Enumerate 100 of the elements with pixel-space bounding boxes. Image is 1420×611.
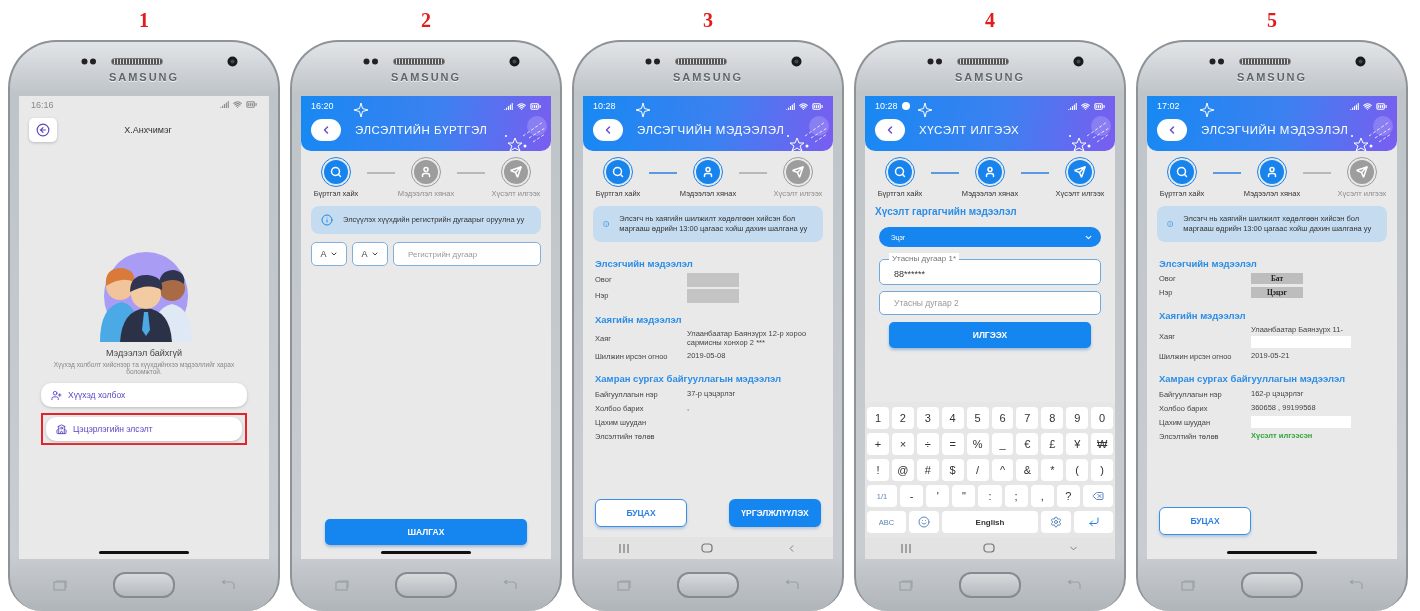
status-time: 16:20 bbox=[311, 101, 334, 111]
keyboard-key[interactable]: / bbox=[966, 459, 989, 481]
back-button[interactable]: БУЦАХ bbox=[595, 499, 687, 527]
keyboard-key[interactable]: ; bbox=[1004, 485, 1028, 507]
menu-button[interactable]: Хүүхэд холбох bbox=[41, 383, 247, 407]
sparkle-icon bbox=[353, 102, 371, 120]
keyboard-key[interactable]: $ bbox=[941, 459, 964, 481]
keyboard-key[interactable]: ¥ bbox=[1066, 433, 1089, 455]
home-button[interactable] bbox=[395, 572, 457, 598]
keyboard-key[interactable]: 4 bbox=[941, 407, 964, 429]
keyboard-key[interactable] bbox=[909, 511, 939, 533]
keyboard-key[interactable]: 2 bbox=[891, 407, 914, 429]
keyboard-key[interactable]: @ bbox=[891, 459, 914, 481]
keyboard-key[interactable]: 6 bbox=[991, 407, 1014, 429]
back-arrow-icon[interactable] bbox=[785, 579, 799, 591]
home-button[interactable] bbox=[113, 572, 175, 598]
keyboard-key[interactable]: 3 bbox=[916, 407, 939, 429]
keyboard-key[interactable]: 1 bbox=[867, 407, 889, 429]
keyboard-key[interactable]: ) bbox=[1091, 459, 1114, 481]
phone-field[interactable]: Утасны дугаар 2 bbox=[879, 291, 1101, 315]
keyboard-key[interactable]: € bbox=[1016, 433, 1039, 455]
back-button[interactable] bbox=[311, 119, 341, 141]
register-input[interactable]: Регистрийн дугаар bbox=[393, 242, 541, 266]
back-button[interactable] bbox=[875, 119, 905, 141]
keyboard-key[interactable]: ? bbox=[1056, 485, 1080, 507]
keyboard-key[interactable]: ! bbox=[867, 459, 889, 481]
home-button[interactable] bbox=[1241, 572, 1303, 598]
back-arrow-icon[interactable] bbox=[503, 579, 517, 591]
signal-icon bbox=[504, 101, 513, 111]
keyboard-key[interactable] bbox=[1082, 485, 1113, 507]
check-button[interactable]: ШАЛГАХ bbox=[325, 519, 527, 545]
keyboard-key[interactable]: , bbox=[1030, 485, 1054, 507]
backspace-icon bbox=[1091, 490, 1104, 502]
home-icon[interactable] bbox=[701, 543, 714, 553]
speaker-grille bbox=[956, 57, 1009, 65]
stars-drawing bbox=[503, 116, 547, 154]
keyboard-key[interactable]: _ bbox=[991, 433, 1014, 455]
brand-logo: SAMSUNG bbox=[1236, 70, 1308, 83]
keyboard-key[interactable]: 5 bbox=[966, 407, 989, 429]
recent-apps-icon[interactable] bbox=[619, 543, 630, 553]
recent-apps-icon[interactable] bbox=[899, 579, 913, 591]
status-time: 17:02 bbox=[1157, 101, 1180, 111]
keyboard-key[interactable]: × bbox=[891, 433, 914, 455]
keyboard-key[interactable]: 7 bbox=[1016, 407, 1039, 429]
empty-title: Мэдээлэл байхгүй bbox=[105, 348, 183, 358]
keyboard-key[interactable]: + bbox=[867, 433, 889, 455]
home-button[interactable] bbox=[677, 572, 739, 598]
exit-button[interactable] bbox=[29, 118, 57, 142]
home-indicator[interactable] bbox=[99, 551, 189, 554]
keyboard-key[interactable]: 9 bbox=[1066, 407, 1089, 429]
letter-select[interactable]: А bbox=[311, 242, 347, 266]
screen-title: ЭЛСЭГЧИЙН МЭДЭЭЛЭЛ bbox=[1201, 124, 1349, 136]
keyboard-key[interactable]: = bbox=[941, 433, 964, 455]
back-arrow-icon[interactable] bbox=[1067, 579, 1081, 591]
keyboard-key[interactable]: ÷ bbox=[916, 433, 939, 455]
send-icon bbox=[792, 166, 804, 178]
back-button[interactable] bbox=[1157, 119, 1187, 141]
recent-apps-icon[interactable] bbox=[617, 579, 631, 591]
user-plus-icon bbox=[51, 389, 62, 401]
brand-logo: SAMSUNG bbox=[108, 70, 180, 83]
home-indicator[interactable] bbox=[381, 551, 471, 554]
school-icon bbox=[56, 423, 67, 435]
keyboard-key[interactable] bbox=[1074, 511, 1113, 533]
chevron-down-icon bbox=[370, 250, 379, 258]
back-arrow-icon[interactable] bbox=[1349, 579, 1363, 591]
keyboard-key[interactable]: ₩ bbox=[1091, 433, 1114, 455]
keyboard-key[interactable]: " bbox=[952, 485, 976, 507]
keyboard-key[interactable] bbox=[1041, 511, 1071, 533]
home-button[interactable] bbox=[959, 572, 1021, 598]
back-button[interactable]: БУЦАХ bbox=[1159, 507, 1251, 535]
keyboard-key[interactable]: English bbox=[942, 511, 1038, 533]
back-arrow-icon[interactable] bbox=[221, 579, 235, 591]
stars-drawing bbox=[1067, 116, 1111, 154]
keyboard-key[interactable]: 8 bbox=[1041, 407, 1064, 429]
continue-button[interactable]: ҮРГЭЛЖЛҮҮЛЭХ bbox=[729, 499, 821, 527]
send-button[interactable]: ИЛГЭЭХ bbox=[889, 322, 1091, 348]
keyboard-key[interactable]: % bbox=[966, 433, 989, 455]
keyboard-key[interactable]: £ bbox=[1041, 433, 1064, 455]
back-button[interactable] bbox=[593, 119, 623, 141]
keyboard-key[interactable]: & bbox=[1016, 459, 1039, 481]
keyboard-key[interactable]: 0 bbox=[1091, 407, 1114, 429]
home-indicator[interactable] bbox=[1227, 551, 1317, 554]
keyboard-key[interactable]: ( bbox=[1066, 459, 1089, 481]
recent-apps-icon[interactable] bbox=[335, 579, 349, 591]
enter-icon bbox=[1087, 516, 1100, 528]
recent-apps-icon[interactable] bbox=[901, 543, 912, 553]
menu-button[interactable]: Цэцэрлэгийн элсэлт bbox=[46, 417, 242, 441]
recent-apps-icon[interactable] bbox=[53, 579, 67, 591]
recent-apps-icon[interactable] bbox=[1181, 579, 1195, 591]
step-number: 2 bbox=[421, 8, 431, 33]
keyboard-key[interactable]: : bbox=[978, 485, 1002, 507]
keyboard-key[interactable]: ^ bbox=[991, 459, 1014, 481]
home-icon[interactable] bbox=[983, 543, 996, 553]
keyboard-key[interactable]: - bbox=[900, 485, 924, 507]
signal-icon bbox=[786, 101, 795, 111]
letter-select[interactable]: А bbox=[352, 242, 388, 266]
keyboard-key[interactable]: * bbox=[1041, 459, 1064, 481]
keyboard-key[interactable]: # bbox=[916, 459, 939, 481]
keyboard-key[interactable]: ' bbox=[926, 485, 950, 507]
section-heading: Хамран сургах байгууллагын мэдээлэл bbox=[1159, 373, 1347, 385]
